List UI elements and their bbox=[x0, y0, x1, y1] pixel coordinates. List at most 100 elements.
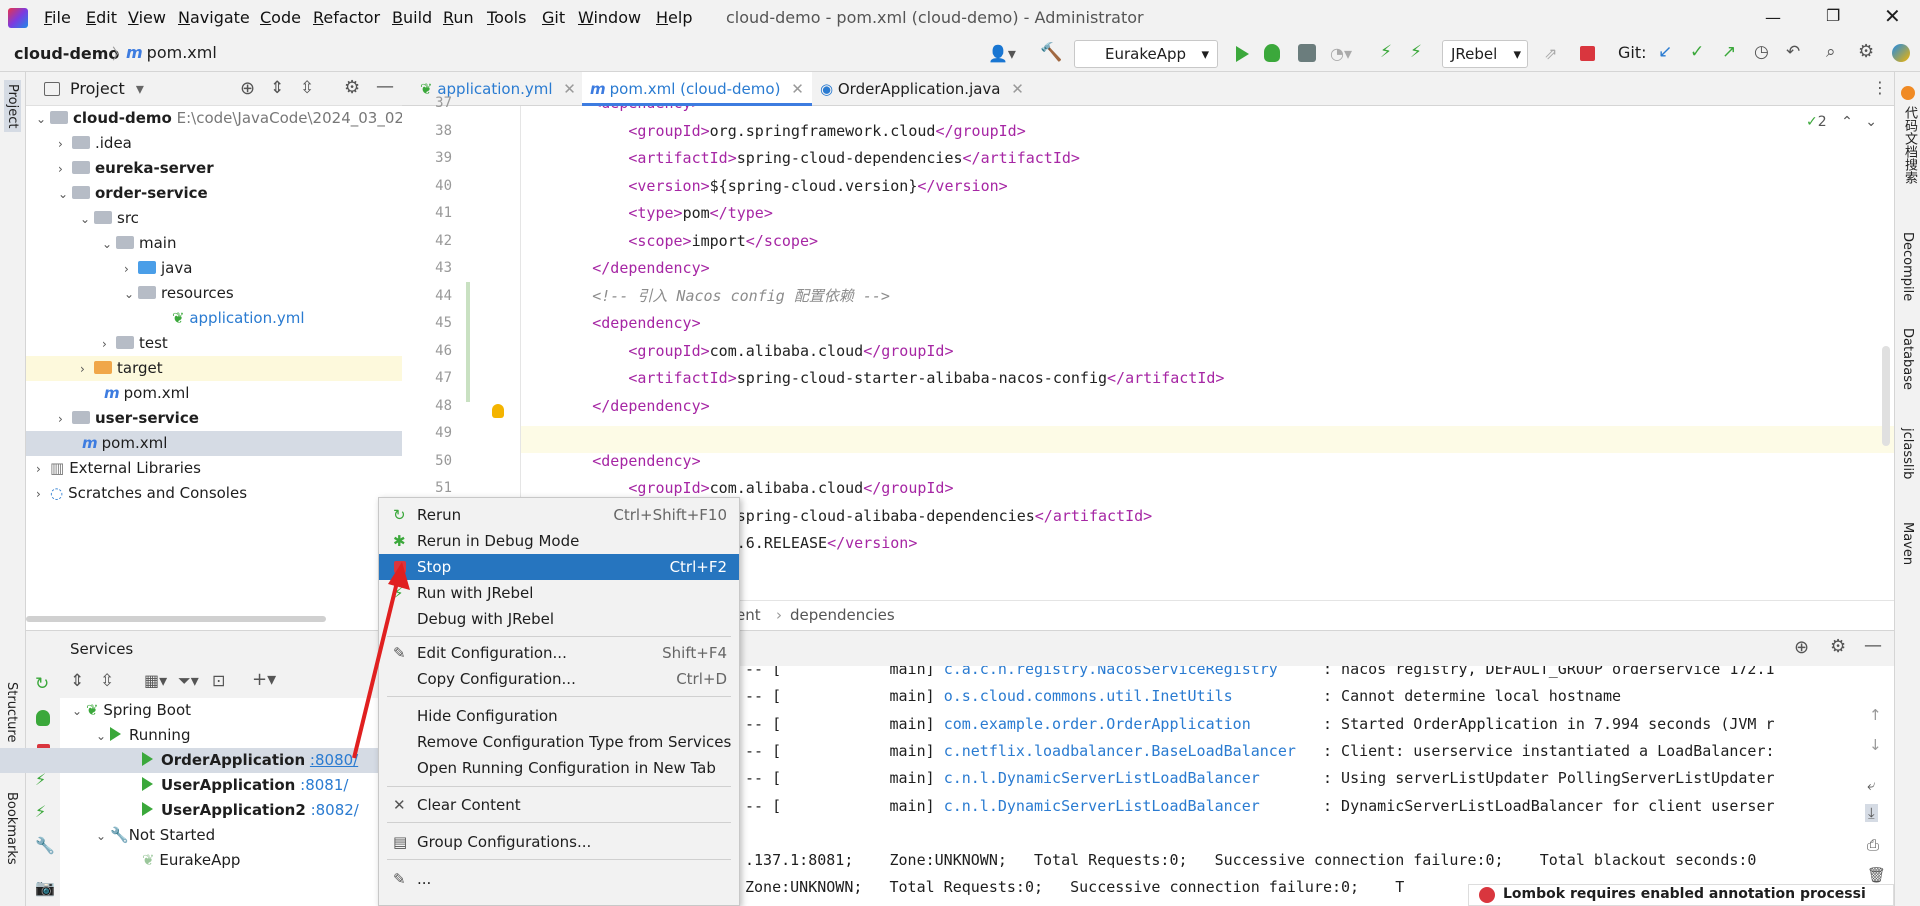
service-user-application2[interactable]: UserApplication2 :8082/ bbox=[142, 798, 359, 823]
tab-pom-xml[interactable]: m pom.xml (cloud-demo) ✕ bbox=[582, 72, 812, 106]
menu-item-copy-configuration[interactable]: Copy Configuration... Ctrl+D bbox=[379, 666, 739, 692]
inspection-widget[interactable]: ✓2 ⌃ ⌄ bbox=[1806, 114, 1877, 130]
tree-item-application-yml[interactable]: ❦ application.yml bbox=[26, 306, 402, 331]
scroll-down-icon[interactable]: ↓ bbox=[1869, 736, 1882, 754]
breadcrumb-item[interactable]: dependencies bbox=[790, 606, 895, 624]
tree-item-cloud-demo[interactable]: ⌄ cloud-demo E:\code\JavaCode\2024_03_02 bbox=[26, 106, 402, 131]
menu-window[interactable]: Window bbox=[578, 8, 641, 27]
profile-icon[interactable]: ◔▾ bbox=[1330, 44, 1352, 63]
tree-item-main[interactable]: ⌄ main bbox=[26, 231, 402, 256]
clear-icon[interactable]: 🗑 bbox=[1867, 866, 1886, 884]
menu-tools[interactable]: Tools bbox=[487, 8, 526, 27]
scroll-to-end-icon[interactable]: ⤓ bbox=[1865, 804, 1878, 822]
tree-item-scratches[interactable]: › ◌ Scratches and Consoles bbox=[26, 481, 402, 506]
panel-settings-gear-icon[interactable]: ⚙ bbox=[344, 77, 360, 98]
menu-item-rerun-debug[interactable]: ✱ Rerun in Debug Mode bbox=[379, 528, 739, 554]
jrebel-debug-icon[interactable]: ⚡ bbox=[35, 802, 46, 821]
menu-refactor[interactable]: Refactor bbox=[313, 8, 380, 27]
menu-item-debug-jrebel[interactable]: Debug with JRebel bbox=[379, 606, 739, 632]
jrebel-debug-icon[interactable]: ⚡ bbox=[1410, 42, 1422, 62]
tool-window-decompile[interactable]: Decompile bbox=[1900, 232, 1915, 301]
build-hammer-icon[interactable]: 🔨 bbox=[1040, 42, 1062, 63]
service-group-spring-boot[interactable]: ⌄ ❦ Spring Boot bbox=[72, 698, 191, 723]
breadcrumb-project[interactable]: cloud-demo bbox=[14, 44, 119, 63]
tree-item-target[interactable]: › target bbox=[26, 356, 402, 381]
horizontal-scrollbar[interactable] bbox=[26, 616, 326, 622]
minimize-button[interactable]: — bbox=[1765, 8, 1781, 27]
rerun-icon[interactable]: ↻ bbox=[35, 674, 49, 694]
expand-all-icon[interactable]: ⇕ bbox=[270, 78, 284, 98]
service-user-application[interactable]: UserApplication :8081/ bbox=[142, 773, 348, 798]
menu-edit[interactable]: Edit bbox=[86, 8, 117, 27]
collapse-all-icon[interactable]: ⇳ bbox=[100, 671, 114, 691]
wrench-icon[interactable]: 🔧 bbox=[35, 836, 55, 855]
git-push-icon[interactable]: ↗ bbox=[1722, 42, 1736, 62]
camera-icon[interactable]: 📷 bbox=[35, 878, 55, 897]
new-tab-icon[interactable]: ⊡ bbox=[212, 671, 225, 690]
menu-help[interactable]: Help bbox=[656, 8, 692, 27]
debug-icon[interactable] bbox=[36, 710, 50, 726]
tree-item-external-libraries[interactable]: › ▥ External Libraries bbox=[26, 456, 402, 481]
close-tab-icon[interactable]: ✕ bbox=[791, 80, 804, 98]
service-group-not-started[interactable]: ⌄ 🔧Not Started bbox=[96, 823, 215, 848]
tree-item-root-pom[interactable]: m pom.xml bbox=[26, 431, 402, 456]
tree-item-src[interactable]: ⌄ src bbox=[26, 206, 402, 231]
service-port-link[interactable]: :8082/ bbox=[311, 801, 359, 819]
menu-run[interactable]: Run bbox=[443, 8, 474, 27]
menu-item-more[interactable]: ✎... bbox=[379, 866, 739, 892]
project-view-selector[interactable]: Project ▾ bbox=[70, 79, 144, 98]
tool-window-project[interactable]: Project bbox=[4, 80, 21, 133]
service-eurake-app[interactable]: ❦ EurakeApp bbox=[142, 848, 240, 873]
menu-build[interactable]: Build bbox=[392, 8, 432, 27]
menu-item-run-jrebel[interactable]: ⚡ Run with JRebel bbox=[379, 580, 739, 606]
tool-window-structure[interactable]: Structure bbox=[4, 682, 19, 742]
menu-view[interactable]: View bbox=[128, 8, 166, 27]
settings-gear-icon[interactable]: ⚙ bbox=[1858, 41, 1874, 62]
jetbrains-toolbox-icon[interactable] bbox=[1892, 44, 1910, 62]
tree-item-test[interactable]: › test bbox=[26, 331, 402, 356]
console-output[interactable]: -- [ main] c.a.c.n.registry.NacosService… bbox=[735, 666, 1859, 906]
menu-item-rerun[interactable]: ↻ Rerun Ctrl+Shift+F10 bbox=[379, 502, 739, 528]
tree-item-idea[interactable]: › .idea bbox=[26, 131, 402, 156]
run-config-select[interactable]: EurakeApp ▾ bbox=[1074, 40, 1218, 68]
scroll-up-icon[interactable]: ↑ bbox=[1869, 706, 1882, 724]
git-commit-icon[interactable]: ✓ bbox=[1690, 42, 1704, 62]
git-update-icon[interactable]: ↙ bbox=[1658, 42, 1672, 62]
previous-highlight-icon[interactable]: ⌃ bbox=[1841, 114, 1853, 130]
tree-item-order-pom[interactable]: m pom.xml bbox=[26, 381, 402, 406]
tool-window-database[interactable]: Database bbox=[1900, 328, 1915, 390]
service-order-application[interactable]: OrderApplication :8080/ bbox=[142, 748, 358, 773]
soft-wrap-icon[interactable]: ⤶ bbox=[1867, 776, 1875, 794]
run-icon[interactable] bbox=[1236, 46, 1249, 62]
attach-debugger-icon[interactable]: ⇗ bbox=[1544, 44, 1557, 63]
intention-bulb-icon[interactable] bbox=[492, 404, 504, 418]
filter-icon[interactable]: ⏷▾ bbox=[178, 671, 199, 691]
tree-item-resources[interactable]: ⌄ resources bbox=[26, 281, 402, 306]
expand-all-icon[interactable]: ⇕ bbox=[70, 671, 84, 691]
menu-item-clear-content[interactable]: ✕ Clear Content bbox=[379, 792, 739, 818]
more-tabs-icon[interactable]: ⋮ bbox=[1872, 78, 1888, 97]
close-tab-icon[interactable]: ✕ bbox=[1011, 80, 1024, 98]
lombok-notification[interactable]: Lombok requires enabled annotation proce… bbox=[1468, 884, 1894, 906]
menu-item-group-configurations[interactable]: ▤ Group Configurations... bbox=[379, 829, 739, 855]
tree-item-user-service[interactable]: › user-service bbox=[26, 406, 402, 431]
menu-navigate[interactable]: Navigate bbox=[178, 8, 250, 27]
debug-icon[interactable] bbox=[1264, 44, 1280, 62]
jrebel-select[interactable]: JRebel ▾ bbox=[1442, 40, 1528, 68]
tool-window-maven[interactable]: Maven bbox=[1900, 522, 1915, 565]
history-icon[interactable]: ◷ bbox=[1754, 42, 1769, 62]
next-highlight-icon[interactable]: ⌄ bbox=[1865, 114, 1877, 130]
user-icon[interactable]: 👤▾ bbox=[988, 44, 1016, 63]
rollback-icon[interactable]: ↶ bbox=[1786, 42, 1800, 62]
menu-file[interactable]: File bbox=[44, 8, 71, 27]
breadcrumb-file[interactable]: m pom.xml bbox=[126, 43, 217, 62]
menu-item-open-running-config[interactable]: Open Running Configuration in New Tab bbox=[379, 755, 739, 781]
tree-item-java[interactable]: › java bbox=[26, 256, 402, 281]
close-window-button[interactable]: ✕ bbox=[1884, 4, 1901, 28]
tree-item-eureka-server[interactable]: › eureka-server bbox=[26, 156, 402, 181]
tool-window-code-doc-search[interactable]: 代码文档搜索 bbox=[1900, 106, 1919, 184]
group-by-icon[interactable]: ▦▾ bbox=[144, 671, 167, 690]
stop-icon[interactable] bbox=[1580, 46, 1595, 61]
close-tab-icon[interactable]: ✕ bbox=[563, 80, 576, 98]
service-group-running[interactable]: ⌄ Running bbox=[96, 723, 190, 748]
